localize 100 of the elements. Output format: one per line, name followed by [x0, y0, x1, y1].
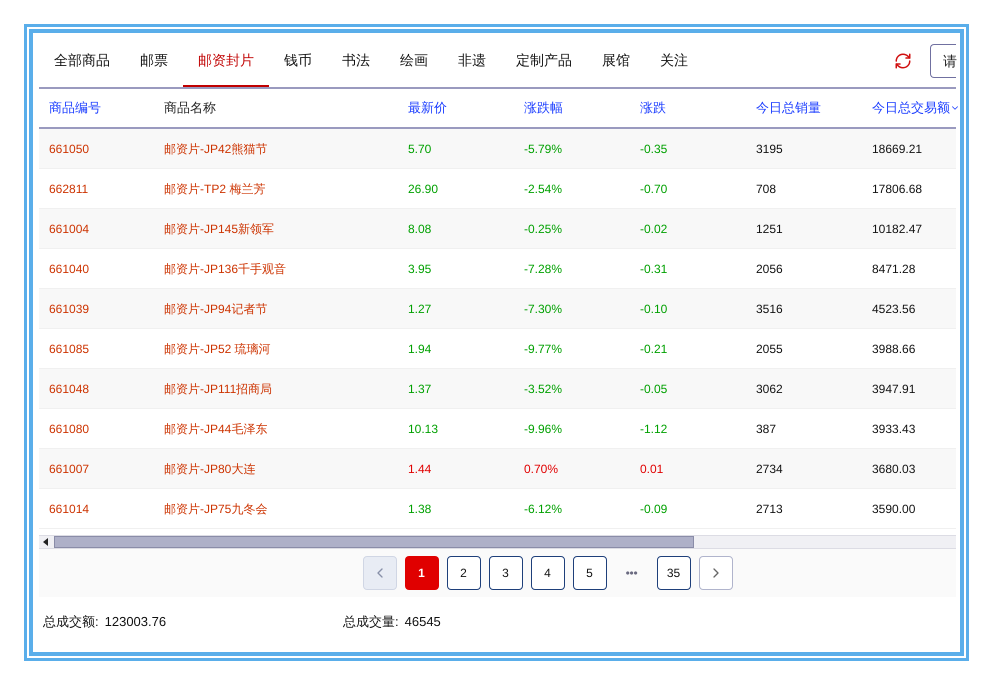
column-header[interactable]: 今日总交易额 [872, 98, 950, 118]
total-label: 总成交额: [43, 613, 99, 632]
table-cell: 5.70 [408, 142, 432, 156]
page-button[interactable]: 2 [446, 556, 480, 590]
category-tab[interactable]: 展馆 [587, 35, 645, 87]
table-cell: 661014 [49, 502, 90, 516]
table-cell: 1251 [756, 222, 783, 236]
table-cell: 1.94 [408, 342, 432, 356]
table-cell: -0.05 [640, 382, 668, 396]
table-cell: 3062 [756, 382, 783, 396]
table-cell: 邮资片-JP42熊猫节 [164, 142, 268, 156]
table-cell: 4523.56 [872, 302, 916, 316]
table-cell: -0.21 [640, 342, 668, 356]
table-cell: 8471.28 [872, 262, 916, 276]
category-tab[interactable]: 钱币 [269, 35, 327, 87]
table-cell: 661080 [49, 422, 90, 436]
table-cell: 邮资片-JP111招商局 [164, 382, 272, 396]
table-cell: 26.90 [408, 182, 438, 196]
table-cell: -0.31 [640, 262, 668, 276]
total-label: 总成交量: [343, 613, 399, 632]
table-cell: 708 [756, 182, 776, 196]
category-tab[interactable]: 关注 [645, 35, 703, 87]
table-cell: 661085 [49, 342, 90, 356]
table-cell: -0.70 [640, 182, 668, 196]
table-cell: 10182.47 [872, 222, 922, 236]
table-cell: -1.12 [640, 422, 668, 436]
page-button[interactable]: 35 [656, 556, 690, 590]
table-cell: -0.02 [640, 222, 668, 236]
table-cell: 2734 [756, 462, 783, 476]
table-cell: 661048 [49, 382, 90, 396]
table-cell: -0.10 [640, 302, 668, 316]
table-cell: 387 [756, 422, 776, 436]
pagination-ellipsis: ••• [624, 565, 638, 582]
category-tab[interactable]: 邮票 [125, 35, 183, 87]
total-value: 123003.76 [104, 613, 166, 632]
page-button[interactable]: 3 [488, 556, 522, 590]
table-cell: 邮资片-JP145新领军 [164, 222, 274, 236]
horizontal-scrollbar[interactable] [39, 535, 956, 549]
category-tab[interactable]: 绘画 [385, 35, 443, 87]
table-cell: 3590.00 [872, 502, 916, 516]
column-header[interactable]: 涨跌幅 [524, 98, 563, 118]
table-cell: 1.37 [408, 382, 432, 396]
table-cell: -3.52% [524, 382, 562, 396]
table-cell: 邮资片-JP80大连 [164, 462, 256, 476]
table-cell: 邮资片-JP52 琉璃河 [164, 342, 271, 356]
category-tab[interactable]: 邮资封片 [183, 35, 269, 87]
table-cell: -0.09 [640, 502, 668, 516]
table-cell: 661007 [49, 462, 90, 476]
table-cell: 0.70% [524, 462, 558, 476]
table-cell: 661039 [49, 302, 90, 316]
table-cell: 661050 [49, 142, 90, 156]
table-cell: 邮资片-JP94记者节 [164, 302, 268, 316]
table-cell: 661040 [49, 262, 90, 276]
column-header[interactable]: 今日总销量 [756, 98, 821, 118]
table-cell: 2056 [756, 262, 783, 276]
next-page-button[interactable] [698, 556, 732, 590]
column-header[interactable]: 商品名称 [164, 98, 216, 118]
refresh-icon[interactable] [894, 52, 912, 70]
page-button[interactable]: 5 [572, 556, 606, 590]
table-cell: 3516 [756, 302, 783, 316]
table-cell: -0.35 [640, 142, 668, 156]
column-header[interactable]: 最新价 [408, 98, 447, 118]
table-cell: 邮资片-JP75九冬会 [164, 502, 268, 516]
page-button[interactable]: 4 [530, 556, 564, 590]
search-button[interactable]: 请 [930, 44, 956, 78]
table-cell: 2055 [756, 342, 783, 356]
table-cell: 3988.66 [872, 342, 916, 356]
table-cell: 17806.68 [872, 182, 922, 196]
category-tab[interactable]: 定制产品 [501, 35, 587, 87]
table-cell: 1.44 [408, 462, 432, 476]
column-header[interactable]: 商品编号 [49, 98, 101, 118]
table-cell: 3195 [756, 142, 783, 156]
table-cell: 661004 [49, 222, 90, 236]
table-cell: 10.13 [408, 422, 438, 436]
table-cell: -7.28% [524, 262, 562, 276]
table-cell: 2713 [756, 502, 783, 516]
table-cell: 邮资片-TP2 梅兰芳 [164, 182, 266, 196]
table-cell: 邮资片-JP44毛泽东 [164, 422, 268, 436]
table-cell: 662811 [49, 182, 88, 196]
table-cell: -2.54% [524, 182, 562, 196]
table-cell: -5.79% [524, 142, 562, 156]
scrollbar-thumb[interactable] [54, 536, 694, 548]
page-button[interactable]: 1 [404, 556, 438, 590]
table-cell: 18669.21 [872, 142, 922, 156]
table-cell: -0.25% [524, 222, 562, 236]
table-cell: 3933.43 [872, 422, 916, 436]
table-cell: -9.77% [524, 342, 562, 356]
table-cell: 邮资片-JP136千手观音 [164, 262, 286, 276]
category-tab[interactable]: 全部商品 [39, 35, 125, 87]
category-tab[interactable]: 非遗 [443, 35, 501, 87]
table-cell: 3.95 [408, 262, 432, 276]
column-header[interactable]: 涨跌 [640, 98, 666, 118]
table-cell: 0.01 [640, 462, 664, 476]
table-cell: 8.08 [408, 222, 432, 236]
table-cell: -7.30% [524, 302, 562, 316]
total-value: 46545 [404, 613, 441, 632]
table-cell: -9.96% [524, 422, 562, 436]
table-cell: 1.38 [408, 502, 432, 516]
category-tab[interactable]: 书法 [327, 35, 385, 87]
table-cell: 3947.91 [872, 382, 916, 396]
